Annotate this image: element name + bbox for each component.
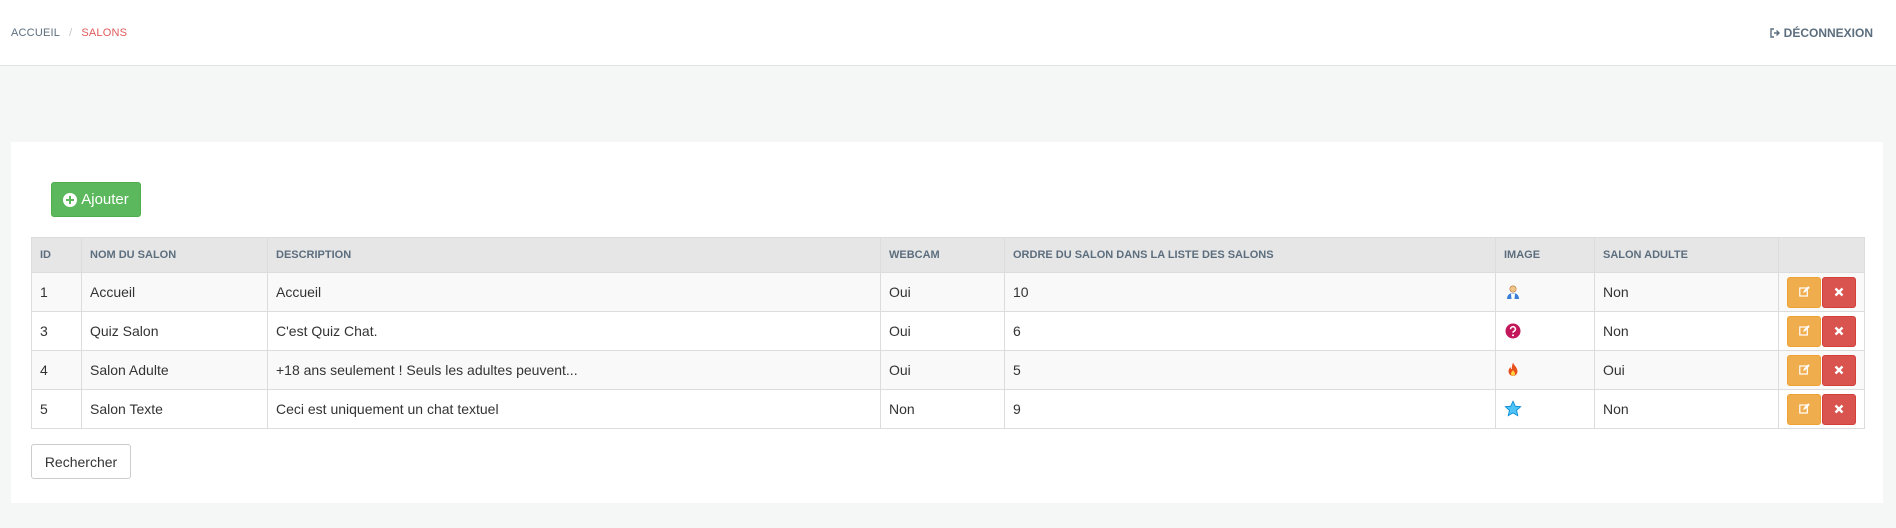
star-icon — [1504, 400, 1522, 418]
close-icon — [1834, 284, 1844, 300]
cell-id: 1 — [31, 272, 82, 312]
cell-order: 5 — [1004, 350, 1496, 390]
cell-actions — [1778, 311, 1865, 351]
cell-id: 4 — [31, 350, 82, 390]
cell-name: Accueil — [81, 272, 268, 312]
header-webcam[interactable]: WEBCAM — [880, 237, 1005, 273]
edit-icon — [1798, 362, 1810, 378]
cell-id: 3 — [31, 311, 82, 351]
cell-description: +18 ans seulement ! Seuls les adultes pe… — [267, 350, 881, 390]
cell-actions — [1778, 389, 1865, 429]
plus-circle-icon — [63, 192, 78, 207]
flame-icon — [1504, 361, 1522, 379]
cell-webcam: Oui — [880, 311, 1005, 351]
question-icon — [1504, 322, 1522, 340]
cell-order: 10 — [1004, 272, 1496, 312]
table-row: 5 Salon Texte Ceci est uniquement un cha… — [31, 389, 1865, 429]
header-id[interactable]: ID — [31, 237, 82, 273]
table-header-row: ID NOM DU SALON DESCRIPTION WEBCAM ORDRE… — [31, 237, 1865, 273]
cell-adult: Oui — [1594, 350, 1779, 390]
table-row: 4 Salon Adulte +18 ans seulement ! Seuls… — [31, 350, 1865, 390]
edit-button[interactable] — [1787, 393, 1821, 425]
salons-panel: Ajouter ID NOM DU SALON DESCRIPTION WEBC… — [11, 142, 1883, 503]
breadcrumb-home-link[interactable]: ACCUEIL — [11, 27, 60, 39]
edit-icon — [1798, 401, 1810, 417]
breadcrumb-current: SALONS — [81, 27, 128, 39]
close-icon — [1834, 362, 1844, 378]
cell-adult: Non — [1594, 272, 1779, 312]
top-navbar: ACCUEIL / SALONS DÉCONNEXION — [0, 0, 1896, 66]
breadcrumb: ACCUEIL / SALONS — [11, 27, 127, 39]
cell-actions — [1778, 272, 1865, 312]
edit-button[interactable] — [1787, 315, 1821, 347]
cell-webcam: Oui — [880, 350, 1005, 390]
header-name[interactable]: NOM DU SALON — [81, 237, 268, 273]
table-row: 1 Accueil Accueil Oui 10 Non — [31, 272, 1865, 312]
cell-name: Salon Texte — [81, 389, 268, 429]
cell-adult: Non — [1594, 311, 1779, 351]
cell-name: Quiz Salon — [81, 311, 268, 351]
edit-button[interactable] — [1787, 276, 1821, 308]
salons-table: ID NOM DU SALON DESCRIPTION WEBCAM ORDRE… — [31, 237, 1865, 429]
cell-webcam: Non — [880, 389, 1005, 429]
edit-icon — [1798, 284, 1810, 300]
delete-button[interactable] — [1822, 393, 1856, 425]
cell-image — [1495, 389, 1595, 429]
logout-label: DÉCONNEXION — [1783, 26, 1873, 40]
header-order[interactable]: ORDRE DU SALON DANS LA LISTE DES SALONS — [1004, 237, 1496, 273]
delete-button[interactable] — [1822, 315, 1856, 347]
add-button-label: Ajouter — [81, 191, 129, 208]
cell-order: 6 — [1004, 311, 1496, 351]
delete-button[interactable] — [1822, 354, 1856, 386]
cell-description: C'est Quiz Chat. — [267, 311, 881, 351]
header-adult[interactable]: SALON ADULTE — [1594, 237, 1779, 273]
cell-adult: Non — [1594, 389, 1779, 429]
cell-webcam: Oui — [880, 272, 1005, 312]
user-icon — [1504, 283, 1522, 301]
sign-out-icon — [1769, 28, 1780, 38]
cell-order: 9 — [1004, 389, 1496, 429]
cell-description: Accueil — [267, 272, 881, 312]
cell-description: Ceci est uniquement un chat textuel — [267, 389, 881, 429]
logout-button[interactable]: DÉCONNEXION — [1769, 26, 1873, 40]
close-icon — [1834, 401, 1844, 417]
cell-image — [1495, 272, 1595, 312]
delete-button[interactable] — [1822, 276, 1856, 308]
edit-icon — [1798, 323, 1810, 339]
header-description[interactable]: DESCRIPTION — [267, 237, 881, 273]
breadcrumb-separator: / — [69, 27, 73, 39]
cell-name: Salon Adulte — [81, 350, 268, 390]
search-button[interactable]: Rechercher — [31, 444, 131, 479]
cell-image — [1495, 350, 1595, 390]
table-row: 3 Quiz Salon C'est Quiz Chat. Oui 6 Non — [31, 311, 1865, 351]
edit-button[interactable] — [1787, 354, 1821, 386]
cell-image — [1495, 311, 1595, 351]
close-icon — [1834, 323, 1844, 339]
cell-id: 5 — [31, 389, 82, 429]
header-image[interactable]: IMAGE — [1495, 237, 1595, 273]
header-actions — [1778, 237, 1865, 273]
add-button[interactable]: Ajouter — [51, 182, 141, 217]
cell-actions — [1778, 350, 1865, 390]
